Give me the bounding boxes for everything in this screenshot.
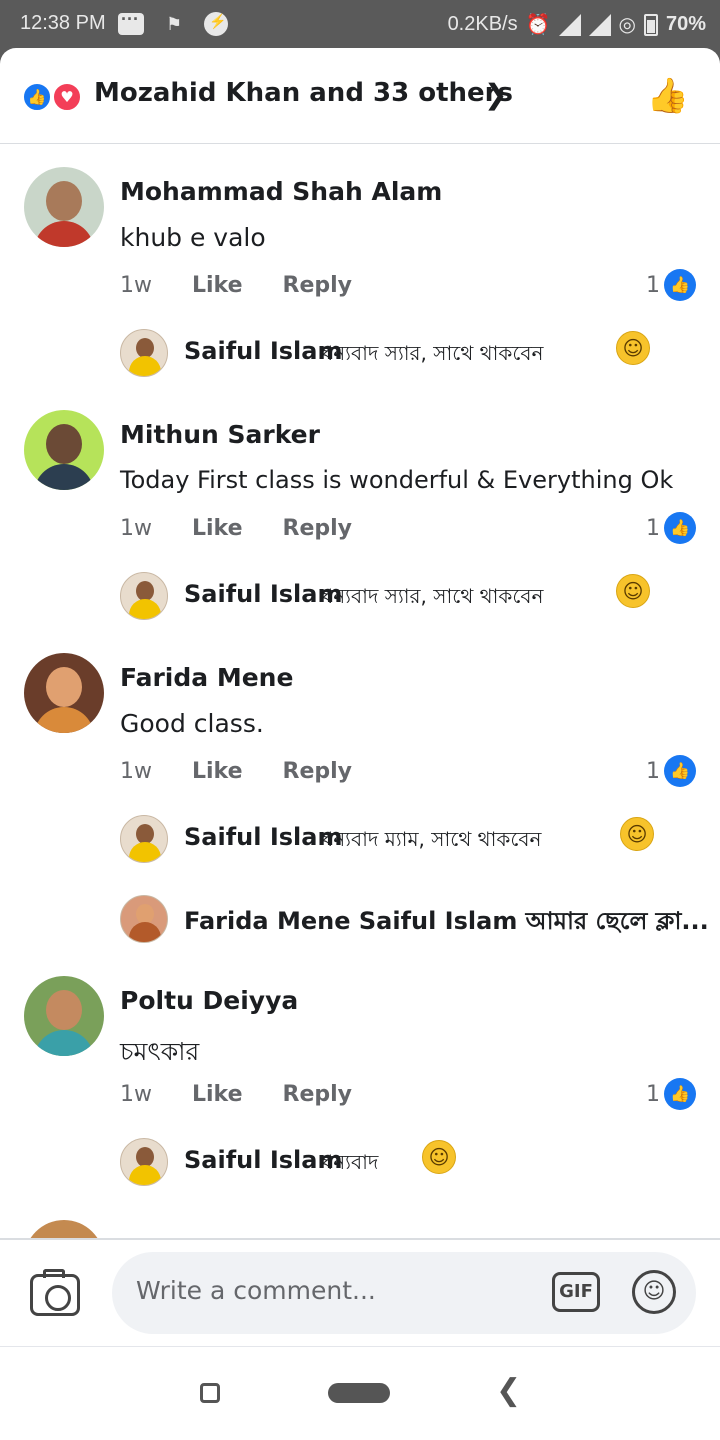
reply-item: Saiful Islam ধন্যবাদ স্যার, সাথে থাকবেন …	[120, 572, 720, 622]
comment-text: Today First class is wonderful & Everyth…	[120, 466, 674, 494]
smiley-emoji-icon: ☺	[616, 331, 650, 365]
comment-time: 1w	[120, 759, 152, 784]
like-badge-icon: 👍	[664, 755, 696, 787]
avatar[interactable]	[24, 1220, 104, 1238]
comment-like-count[interactable]: 1 👍	[646, 512, 696, 544]
emoji-icon[interactable]: ☺	[632, 1270, 676, 1314]
status-time: 12:38 PM	[20, 12, 106, 34]
avatar[interactable]	[24, 653, 104, 733]
reply-button[interactable]: Reply	[283, 759, 353, 784]
smiley-emoji-icon: ☺	[616, 574, 650, 608]
comment-time: 1w	[120, 516, 152, 541]
like-badge-icon: 👍	[664, 1078, 696, 1110]
alarm-icon: ⏰	[525, 14, 551, 36]
flag-icon: ⚑	[166, 13, 183, 34]
reaction-icons: 👍 ♥	[22, 82, 88, 112]
like-button[interactable]: Like	[192, 1082, 243, 1107]
comment-time: 1w	[120, 1082, 152, 1107]
comment-time: 1w	[120, 273, 152, 298]
chevron-right-icon[interactable]: ❯	[484, 78, 507, 111]
battery-percent: 70%	[665, 13, 706, 35]
reactions-header[interactable]: 👍 ♥ Mozahid Khan and 33 others ❯ 👍	[0, 48, 720, 144]
reply-button[interactable]: Reply	[283, 516, 353, 541]
camera-icon[interactable]	[30, 1269, 80, 1316]
reply-text[interactable]: Farida Mene Saiful Islam আমার ছেলে ক্লা.…	[184, 903, 709, 943]
gif-button[interactable]: GIF	[552, 1272, 600, 1312]
like-count-number: 1	[646, 515, 660, 541]
comment-input-placeholder[interactable]: Write a comment...	[136, 1276, 376, 1305]
message-icon	[118, 9, 144, 35]
comment-text: Good class.	[120, 709, 264, 738]
avatar[interactable]	[24, 976, 104, 1056]
reply-button[interactable]: Reply	[283, 1082, 353, 1107]
avatar[interactable]	[24, 410, 104, 490]
like-button[interactable]: Like	[192, 759, 243, 784]
status-bar: 12:38 PM ⚑ 0.2KB/s ⏰ ◎ 70%	[0, 0, 720, 48]
reply-author[interactable]: Saiful Islam	[184, 337, 342, 365]
comment-author[interactable]: Poltu Deiyya	[120, 986, 298, 1015]
smiley-emoji-icon: ☺	[620, 817, 654, 851]
comment-text: চমৎকার	[120, 1037, 200, 1066]
comments-sheet: 👍 ♥ Mozahid Khan and 33 others ❯ 👍 Moham…	[0, 48, 720, 1440]
messenger-icon	[204, 12, 229, 36]
wifi-hotspot-icon: ◎	[618, 14, 636, 36]
comments-list: Mohammad Shah Alam khub e valo 1w Like R…	[0, 145, 720, 1238]
comment-composer: Write a comment... GIF ☺	[0, 1238, 720, 1346]
smiley-emoji-icon: ☺	[422, 1140, 456, 1174]
like-button[interactable]: Like	[192, 273, 243, 298]
like-count-number: 1	[646, 1081, 660, 1107]
like-post-button[interactable]: 👍	[646, 76, 690, 116]
comment-like-count[interactable]: 1 👍	[646, 1078, 696, 1110]
reply-item: Saiful Islam ধন্যবাদ ম্যাম, সাথে থাকবেন …	[120, 815, 720, 865]
avatar[interactable]	[120, 1138, 168, 1186]
reply-text: ধন্যবাদ ম্যাম, সাথে থাকবেন	[322, 827, 542, 851]
comment-author[interactable]: Mohammad Shah Alam	[120, 177, 442, 206]
comment-input[interactable]: Write a comment... GIF ☺	[112, 1252, 696, 1334]
reply-author[interactable]: Saiful Islam	[184, 1146, 342, 1174]
like-button[interactable]: Like	[192, 516, 243, 541]
reply-text: ধন্যবাদ স্যার, সাথে থাকবেন	[322, 584, 544, 608]
comment-author[interactable]: Farida Mene	[120, 663, 293, 692]
back-icon[interactable]: ❮	[496, 1373, 521, 1408]
reply-text: Saiful Islam আমার ছেলে ক্লা...	[358, 907, 709, 935]
reply-author[interactable]: Saiful Islam	[184, 823, 342, 851]
avatar[interactable]	[120, 329, 168, 377]
avatar[interactable]	[120, 815, 168, 863]
comment-author[interactable]: Mithun Sarker	[120, 420, 320, 449]
reply-item: Saiful Islam ধন্যবাদ স্যার, সাথে থাকবেন …	[120, 329, 720, 379]
reply-item: Farida Mene Saiful Islam আমার ছেলে ক্লা.…	[120, 895, 720, 945]
reactions-summary[interactable]: Mozahid Khan and 33 others	[94, 78, 513, 108]
comment-like-count[interactable]: 1 👍	[646, 755, 696, 787]
signal-icon	[558, 13, 581, 36]
home-icon[interactable]	[328, 1383, 390, 1403]
avatar[interactable]	[120, 895, 168, 943]
system-nav-bar: ❮	[0, 1346, 720, 1440]
reply-text: ধন্যবাদ	[322, 1150, 379, 1174]
avatar[interactable]	[24, 167, 104, 247]
comment-text: khub e valo	[120, 223, 266, 252]
like-badge-icon: 👍	[664, 269, 696, 301]
signal-4g-icon	[588, 13, 611, 36]
reply-item: Saiful Islam ধন্যবাদ ☺	[120, 1138, 720, 1188]
reply-author[interactable]: Farida Mene	[184, 907, 351, 935]
comment-like-count[interactable]: 1 👍	[646, 269, 696, 301]
like-reaction-icon: 👍	[22, 82, 52, 112]
recent-apps-icon[interactable]	[200, 1383, 220, 1403]
like-badge-icon: 👍	[664, 512, 696, 544]
reply-text: ধন্যবাদ স্যার, সাথে থাকবেন	[322, 341, 544, 365]
reply-author[interactable]: Saiful Islam	[184, 580, 342, 608]
network-speed: 0.2KB/s	[447, 13, 518, 35]
love-reaction-icon: ♥	[52, 82, 82, 112]
avatar[interactable]	[120, 572, 168, 620]
reply-button[interactable]: Reply	[283, 273, 353, 298]
like-count-number: 1	[646, 272, 660, 298]
like-count-number: 1	[646, 758, 660, 784]
battery-icon	[643, 13, 658, 36]
